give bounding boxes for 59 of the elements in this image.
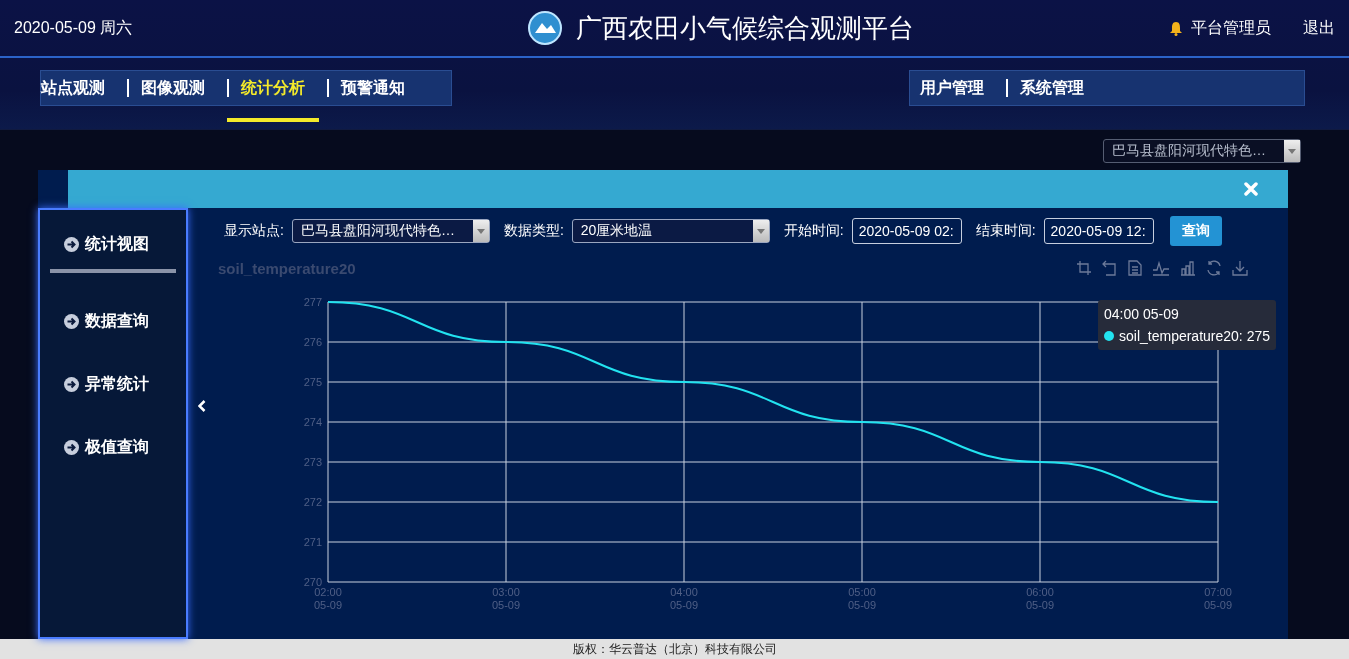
y-tick-label: 276	[303, 336, 322, 348]
logout-link[interactable]: 退出	[1303, 17, 1335, 39]
arrow-circle-icon	[64, 440, 79, 455]
logo-icon	[527, 11, 562, 45]
side-menu-item[interactable]: 极值查询	[50, 433, 176, 462]
zoom-icon[interactable]	[1076, 260, 1092, 276]
data-type-label: 数据类型:	[503, 222, 564, 240]
document-icon[interactable]	[1128, 260, 1142, 276]
arrow-circle-icon	[64, 237, 79, 252]
x-tick-label: 03:00 05-09	[491, 586, 521, 611]
tooltip-value: soil_temperature20: 275	[1119, 328, 1270, 344]
bar-chart-icon[interactable]	[1180, 260, 1196, 276]
chevron-left-icon[interactable]	[198, 400, 206, 412]
start-time-field[interactable]: 2020-05-09 02:	[851, 218, 962, 244]
platform-title: 广西农田小气候综合观测平台	[575, 11, 914, 45]
y-tick-label: 275	[303, 376, 322, 388]
nav-tab[interactable]: 图像观测	[127, 70, 219, 106]
x-tick-label: 06:00 05-09	[1025, 586, 1055, 611]
x-tick-label: 07:00 05-09	[1203, 586, 1233, 611]
x-tick-label: 05:00 05-09	[847, 586, 877, 611]
nav-tab[interactable]: 预警通知	[327, 70, 419, 106]
station-select[interactable]: 巴马县盘阳河现代特色…	[1103, 139, 1301, 163]
side-menu-item[interactable]: 异常统计	[50, 370, 176, 399]
x-tick-label: 02:00 05-09	[313, 586, 343, 611]
station-label: 显示站点:	[224, 222, 284, 240]
date-text: 2020-05-09 周六	[14, 17, 133, 38]
close-icon[interactable]	[1244, 182, 1258, 196]
caret-icon	[1288, 148, 1296, 154]
line-chart-icon[interactable]	[1152, 260, 1170, 276]
user-name[interactable]: 平台管理员	[1191, 17, 1271, 39]
y-tick-label: 273	[303, 456, 322, 468]
arrow-circle-icon	[64, 314, 79, 329]
x-tick-label: 04:00 05-09	[669, 586, 699, 611]
nav-tab[interactable]: 用户管理	[906, 70, 998, 106]
undo-icon[interactable]	[1102, 260, 1118, 276]
y-tick-label: 274	[303, 416, 322, 428]
data-type-select[interactable]: 20厘米地温	[571, 219, 770, 243]
y-tick-label: 277	[303, 296, 322, 308]
arrow-circle-icon	[64, 377, 79, 392]
y-tick-label: 271	[303, 536, 322, 548]
nav-tab[interactable]: 系统管理	[1006, 70, 1098, 106]
tooltip-time: 04:00 05-09	[1104, 306, 1180, 322]
start-time-label: 开始时间:	[783, 222, 844, 240]
y-tick-label: 270	[303, 576, 322, 588]
bell-icon[interactable]	[1169, 20, 1183, 36]
nav-tab[interactable]: 站点观测	[27, 70, 119, 106]
caret-icon	[476, 228, 485, 234]
refresh-icon[interactable]	[1206, 260, 1222, 276]
side-menu-item[interactable]: 数据查询	[50, 307, 176, 336]
end-time-label: 结束时间:	[975, 222, 1036, 240]
y-tick-label: 272	[303, 496, 322, 508]
copyright-text: 版权：华云普达（北京）科技有限公司	[0, 639, 1349, 659]
caret-icon	[756, 228, 765, 234]
side-menu-item[interactable]: 统计视图	[50, 230, 176, 273]
nav-tab[interactable]: 统计分析	[227, 70, 319, 122]
download-icon[interactable]	[1232, 260, 1248, 276]
station-select[interactable]: 巴马县盘阳河现代特色…	[291, 219, 490, 243]
chart-title: soil_temperature20	[218, 259, 356, 277]
end-time-field[interactable]: 2020-05-09 12:	[1043, 218, 1154, 244]
